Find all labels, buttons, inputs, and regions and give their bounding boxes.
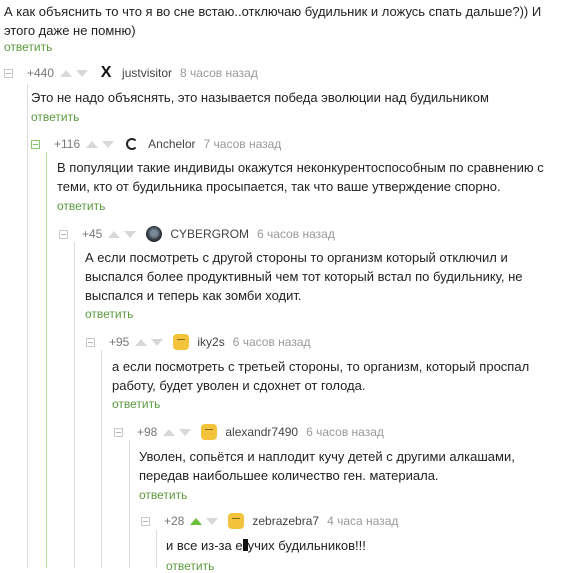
downvote-icon[interactable] bbox=[206, 517, 219, 525]
thread-line[interactable] bbox=[27, 84, 28, 568]
rating: +440 bbox=[27, 66, 55, 80]
collapse-toggle-icon[interactable] bbox=[4, 68, 13, 78]
dark-avatar-icon[interactable] bbox=[146, 226, 163, 242]
x-logo-icon[interactable]: X bbox=[98, 65, 114, 81]
upvote-icon[interactable] bbox=[86, 140, 99, 148]
comment-header: +95 iky2s 6 часов назад bbox=[86, 333, 311, 351]
comment-header: +116 Anchelor 7 часов назад bbox=[31, 135, 281, 153]
author-name[interactable]: alexandr7490 bbox=[225, 425, 298, 439]
rating: +28 bbox=[164, 514, 185, 528]
downvote-icon[interactable] bbox=[151, 338, 164, 346]
comment-header: +440 X justvisitor 8 часов назад bbox=[4, 64, 258, 82]
collapse-toggle-icon[interactable] bbox=[141, 516, 150, 526]
downvote-icon[interactable] bbox=[124, 230, 137, 238]
upvote-icon[interactable] bbox=[163, 428, 176, 436]
comment-header: +98 alexandr7490 6 часов назад bbox=[114, 423, 384, 441]
ring-logo-icon[interactable] bbox=[124, 136, 140, 152]
parent-comment-text: А как объяснить то что я во сне встаю..о… bbox=[4, 4, 542, 38]
thread-line[interactable] bbox=[46, 152, 47, 568]
reply-link[interactable]: ответить bbox=[139, 488, 187, 502]
rating: +45 bbox=[82, 227, 103, 241]
author-name[interactable]: CYBERGROM bbox=[170, 227, 249, 241]
rating: +98 bbox=[137, 425, 158, 439]
downvote-icon[interactable] bbox=[76, 69, 89, 77]
comment-text: Уволен, сопьётся и наплодит кучу детей с… bbox=[139, 449, 515, 483]
comment-text: а если посмотреть с третьей стороны, то … bbox=[112, 359, 530, 393]
comment-text-part: и все из-за е bbox=[166, 538, 243, 553]
upvote-icon[interactable] bbox=[135, 338, 148, 346]
author-name[interactable]: iky2s bbox=[197, 335, 224, 349]
rating: +116 bbox=[54, 137, 81, 151]
upvote-icon[interactable] bbox=[108, 230, 121, 238]
reply-link[interactable]: ответить bbox=[31, 110, 79, 124]
comment-text-part: учих будильников!!! bbox=[247, 538, 366, 553]
reply-link[interactable]: ответить bbox=[4, 40, 52, 54]
comment-text: и все из-за е учих будильников!!! bbox=[166, 536, 564, 555]
comment-time[interactable]: 6 часов назад bbox=[306, 425, 384, 439]
thread-line[interactable] bbox=[156, 530, 157, 568]
reply-link[interactable]: ответить bbox=[85, 307, 133, 321]
comment-text: Это не надо объяснять, это называется по… bbox=[31, 90, 489, 105]
rating: +95 bbox=[109, 335, 130, 349]
thread-line[interactable] bbox=[101, 350, 102, 568]
comment-header: +28 zebrazebra7 4 часа назад bbox=[141, 512, 398, 530]
comment-time[interactable]: 6 часов назад bbox=[257, 227, 335, 241]
reply-link[interactable]: ответить bbox=[112, 397, 160, 411]
comment-time[interactable]: 6 часов назад bbox=[233, 335, 311, 349]
yellow-face-icon[interactable] bbox=[228, 513, 245, 529]
upvote-icon[interactable] bbox=[60, 69, 73, 77]
comment-time[interactable]: 4 часа назад bbox=[327, 514, 398, 528]
comment-text: В популяции такие индивиды окажутся неко… bbox=[57, 160, 544, 194]
yellow-face-icon[interactable] bbox=[201, 424, 218, 440]
upvote-icon[interactable] bbox=[190, 517, 203, 525]
comment-text: А если посмотреть с другой стороны то ор… bbox=[85, 250, 523, 303]
thread-line[interactable] bbox=[129, 440, 130, 568]
author-name[interactable]: Anchelor bbox=[148, 137, 195, 151]
author-name[interactable]: zebrazebra7 bbox=[252, 514, 319, 528]
reply-link[interactable]: ответить bbox=[166, 559, 214, 573]
author-name[interactable]: justvisitor bbox=[122, 66, 172, 80]
collapse-toggle-icon[interactable] bbox=[86, 337, 95, 347]
downvote-icon[interactable] bbox=[179, 428, 192, 436]
downvote-icon[interactable] bbox=[102, 140, 115, 148]
yellow-face-icon[interactable] bbox=[173, 334, 190, 350]
collapse-toggle-icon[interactable] bbox=[59, 229, 68, 239]
collapse-toggle-icon[interactable] bbox=[31, 139, 40, 149]
comment-time[interactable]: 8 часов назад bbox=[180, 66, 258, 80]
thread-line[interactable] bbox=[74, 242, 75, 568]
collapse-toggle-icon[interactable] bbox=[114, 427, 123, 437]
reply-link[interactable]: ответить bbox=[57, 199, 105, 213]
comment-header: +45 CYBERGROM 6 часов назад bbox=[59, 225, 335, 243]
comment-time[interactable]: 7 часов назад bbox=[204, 137, 282, 151]
